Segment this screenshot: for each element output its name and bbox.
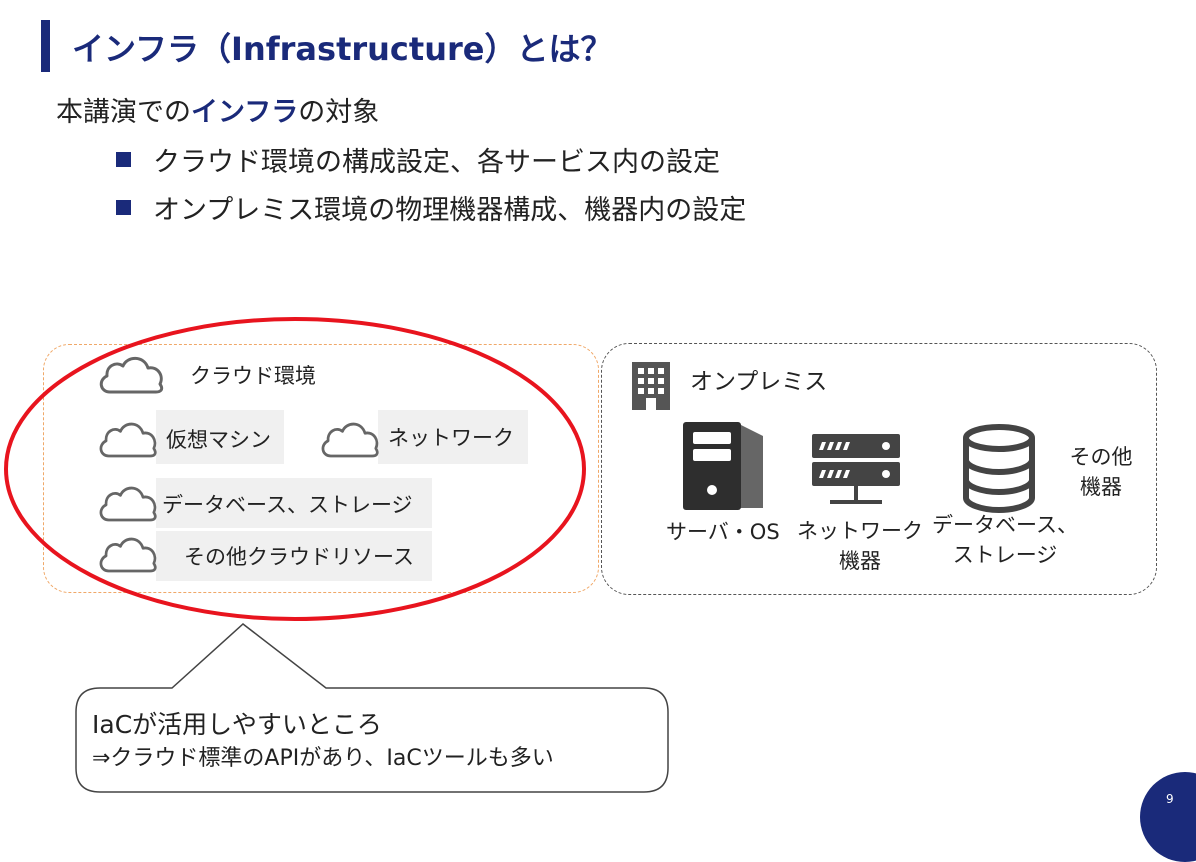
page-number: 9 — [1166, 792, 1174, 806]
callout-bubble — [75, 623, 669, 793]
callout-line1: IaCが活用しやすいところ — [92, 710, 382, 739]
callout-line2: ⇒クラウド標準のAPIがあり、IaCツールも多い — [92, 746, 554, 771]
